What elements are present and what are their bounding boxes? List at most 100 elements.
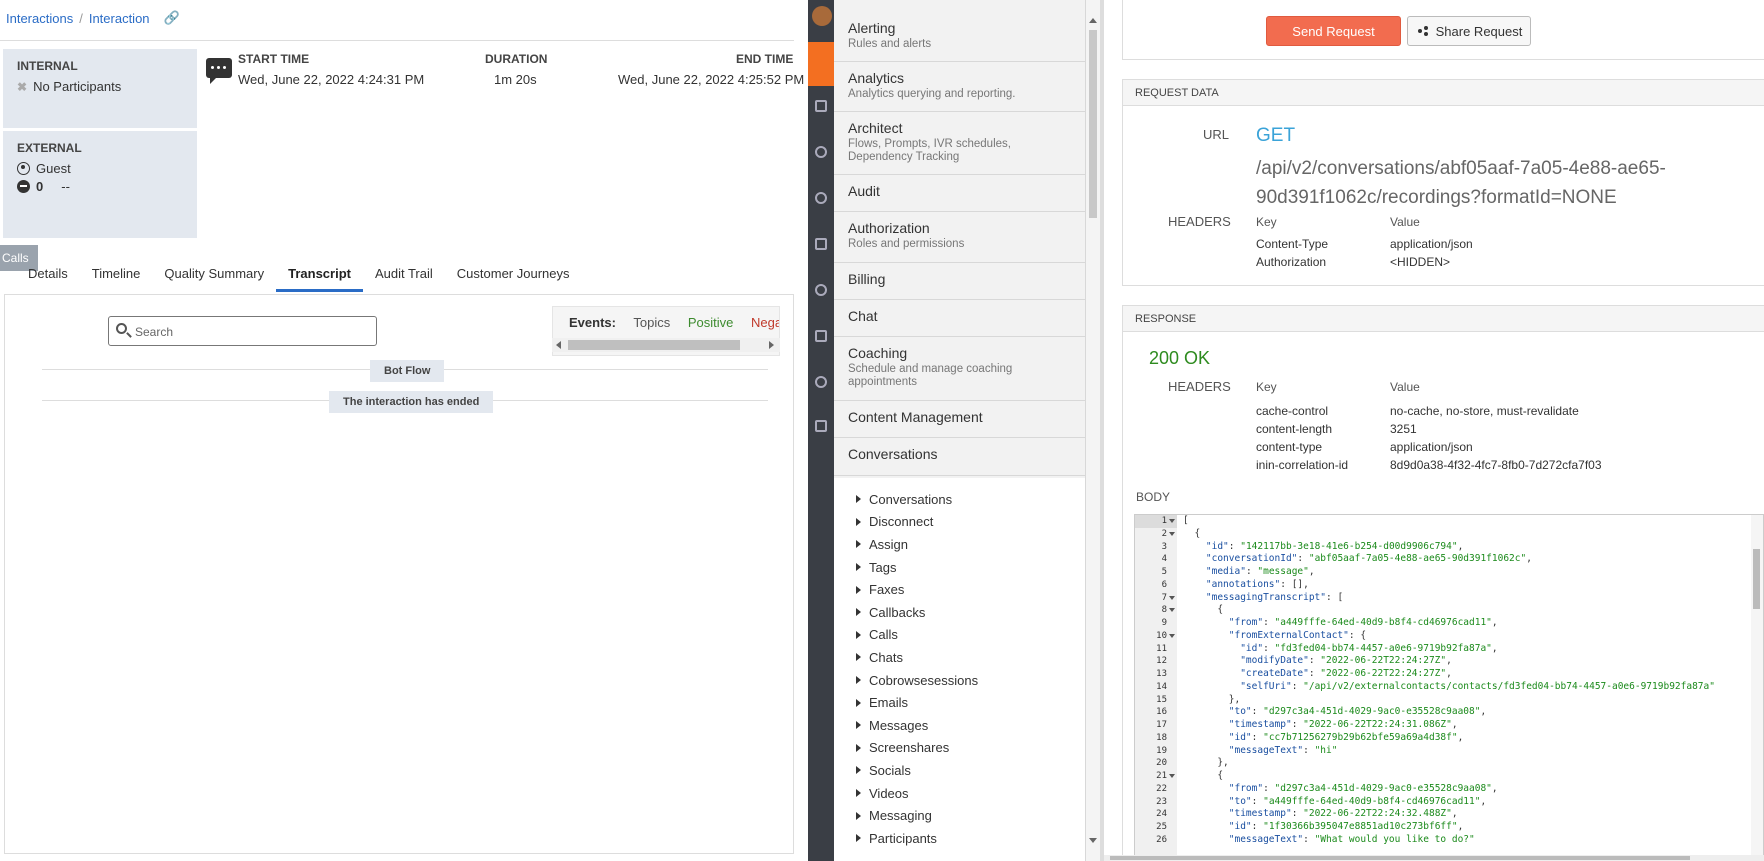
internal-title: INTERNAL (17, 59, 78, 73)
scroll-down-icon[interactable] (1089, 838, 1097, 843)
chart-icon[interactable] (815, 330, 827, 342)
line-number-gutter: 1 2 3 4 5 6 7 8 9 10 11 12 13 14 15 16 17 18 19 20 21 22 23 24 2… (1135, 515, 1177, 860)
tab-transcript[interactable]: Transcript (276, 262, 363, 292)
breadcrumb-interactions[interactable]: Interactions (6, 11, 73, 26)
line-number: 22 (1156, 783, 1167, 794)
scroll-thumb[interactable] (568, 340, 740, 350)
response-key-col: Key (1256, 380, 1277, 394)
submenu-item[interactable]: Videos (856, 782, 1085, 805)
category-content-management[interactable]: Content Management (834, 401, 1085, 438)
category-billing[interactable]: Billing (834, 263, 1085, 300)
category-authorization[interactable]: Authorization Roles and permissions (834, 212, 1085, 263)
request-header-key: Authorization (1256, 255, 1327, 269)
submenu-item[interactable]: Conversations (856, 488, 1085, 511)
category-name: Coaching (848, 345, 908, 361)
code-line: "id": "fd3fed04-bb74-4457-a0e6-9719b92fa… (1240, 642, 1498, 654)
category-chat[interactable]: Chat (834, 300, 1085, 337)
fold-arrow-icon[interactable] (1169, 595, 1175, 600)
chat-icon[interactable] (815, 192, 827, 204)
response-title: RESPONSE (1123, 306, 1764, 332)
events-positive[interactable]: Positive (688, 315, 734, 330)
undo-icon[interactable] (815, 284, 827, 296)
category-architect[interactable]: Architect Flows, Prompts, IVR schedules,… (834, 112, 1085, 175)
tab-details[interactable]: Details (16, 262, 80, 292)
submenu-item[interactable]: Cobrowsesessions (856, 669, 1085, 692)
fold-arrow-icon[interactable] (1169, 531, 1175, 536)
link-icon[interactable]: 🔗 (164, 10, 180, 26)
request-actions: Send Request Share Request (1122, 0, 1764, 60)
scroll-right-icon[interactable] (769, 341, 774, 349)
editor-scrollbar[interactable] (1751, 515, 1763, 860)
header-divider (0, 40, 794, 41)
avatar[interactable] (812, 6, 832, 26)
caret-right-icon (856, 743, 861, 752)
line-number: 11 (1156, 643, 1167, 654)
submenu-item[interactable]: Socials (856, 759, 1085, 782)
submenu-item[interactable]: Assign (856, 533, 1085, 556)
request-header-value: application/json (1390, 237, 1473, 251)
category-name: Analytics (848, 70, 905, 86)
code-line: "from": "d297c3a4-451d-4029-9ac0-e35528c… (1228, 782, 1498, 794)
submenu-item[interactable]: Callbacks (856, 601, 1085, 624)
submenu-item[interactable]: Chats (856, 646, 1085, 669)
category-conversations[interactable]: Conversations (834, 438, 1085, 476)
fold-arrow-icon[interactable] (1169, 774, 1175, 778)
rail-active-item[interactable] (808, 42, 834, 86)
url-path-line1[interactable]: /api/v2/conversations/abf05aaf-7a05-4e88… (1256, 154, 1756, 183)
bell-icon[interactable] (815, 146, 827, 158)
tab-customer-journeys[interactable]: Customer Journeys (445, 262, 582, 292)
response-header-key: inin-correlation-id (1256, 458, 1349, 472)
line-number: 6 (1161, 579, 1167, 590)
submenu-item[interactable]: Messages (856, 714, 1085, 737)
tab-quality-summary[interactable]: Quality Summary (152, 262, 276, 292)
events-negative[interactable]: Negat (751, 315, 779, 330)
conversations-submenu: Conversations Disconnect Assign Tags Fax… (834, 478, 1085, 861)
send-request-button[interactable]: Send Request (1266, 16, 1401, 46)
monitor-icon[interactable] (815, 238, 827, 250)
caret-right-icon (856, 563, 861, 572)
submenu-item[interactable]: Calls (856, 624, 1085, 647)
category-desc: Analytics querying and reporting. (848, 88, 1016, 100)
category-audit[interactable]: Audit (834, 175, 1085, 212)
category-coaching[interactable]: Coaching Schedule and manage coaching ap… (834, 337, 1085, 401)
fold-arrow-icon[interactable] (1169, 633, 1175, 638)
scroll-thumb[interactable] (1089, 30, 1097, 218)
category-alerting[interactable]: Alerting Rules and alerts (834, 12, 1085, 62)
scroll-thumb[interactable] (1753, 549, 1760, 609)
events-scrollbar[interactable] (552, 338, 780, 352)
fold-arrow-icon[interactable] (1169, 608, 1175, 613)
caret-right-icon (856, 517, 861, 526)
events-topics[interactable]: Topics (633, 315, 670, 330)
horizontal-scrollbar[interactable] (1104, 855, 1764, 861)
url-path-line2[interactable]: 90d391f1062c/recordings?formatId=NONE (1256, 183, 1756, 212)
category-analytics[interactable]: Analytics Analytics querying and reporti… (834, 62, 1085, 112)
response-body-editor[interactable]: 1 2 3 4 5 6 7 8 9 10 11 12 13 14 15 16 17 18 19 20 21 22 23 24 2… (1134, 514, 1764, 861)
submenu-item[interactable]: Disconnect (856, 511, 1085, 534)
tab-audit-trail[interactable]: Audit Trail (363, 262, 445, 292)
internal-participants: INTERNAL ✖ No Participants (3, 49, 197, 128)
submenu-label: Chats (869, 649, 903, 665)
submenu-item[interactable]: Messaging (856, 804, 1085, 827)
code-line: { (1183, 527, 1201, 539)
document-icon[interactable] (815, 100, 827, 112)
search-icon[interactable] (815, 376, 827, 388)
scroll-left-icon[interactable] (556, 341, 561, 349)
binoculars-icon[interactable] (815, 420, 827, 432)
scroll-thumb[interactable] (1110, 856, 1690, 860)
submenu-item[interactable]: Screenshares (856, 737, 1085, 760)
share-request-button[interactable]: Share Request (1407, 16, 1531, 46)
fold-arrow-icon[interactable] (1169, 519, 1175, 523)
search-input[interactable]: Search (108, 316, 377, 346)
code-line: }, (1183, 757, 1229, 769)
scroll-up-icon[interactable] (1089, 18, 1097, 23)
submenu-item[interactable]: Participants (856, 827, 1085, 850)
submenu-item[interactable]: Tags (856, 556, 1085, 579)
external-dash: -- (61, 179, 70, 194)
category-scrollbar[interactable] (1086, 0, 1100, 861)
breadcrumb-interaction[interactable]: Interaction (89, 11, 150, 26)
tab-timeline[interactable]: Timeline (80, 262, 153, 292)
submenu-item[interactable]: Emails (856, 691, 1085, 714)
submenu-item[interactable]: Faxes (856, 578, 1085, 601)
category-name: Alerting (848, 20, 896, 36)
submenu-label: Emails (869, 695, 909, 711)
